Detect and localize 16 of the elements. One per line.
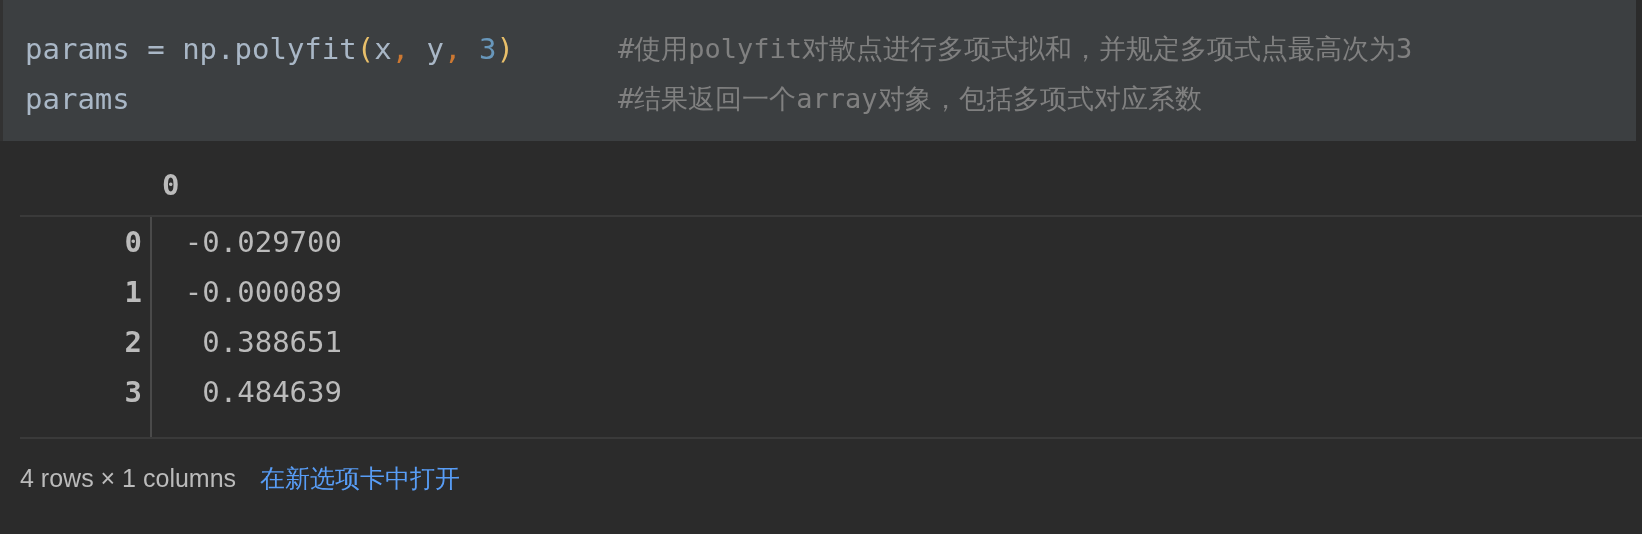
column-header: 0 [162, 168, 180, 202]
row-index: 1 [124, 275, 142, 309]
row-index: 3 [124, 375, 142, 409]
shape-label: 4 rows × 1 columns [20, 463, 237, 493]
table-cell: 0.484639 [202, 375, 342, 409]
table-cell: -0.029700 [184, 225, 342, 259]
code-line: params [25, 82, 131, 116]
code-cell[interactable]: params = np.polyfit(x, y, 3) #使用polyfit对散点进行多项式拟和，并规定多项式点最高次为3 params #结果返回一个array对象，包括多项式对应系数 [0, 0, 1636, 141]
code-line: params = np.polyfit(x, y, 3) [25, 32, 515, 66]
open-in-new-tab-link[interactable]: 在新选项卡中打开 [260, 461, 461, 495]
code-comment: #结果返回一个array对象，包括多项式对应系数 [618, 82, 1202, 116]
code-comment: #使用polyfit对散点进行多项式拟和，并规定多项式点最高次为3 [618, 32, 1413, 66]
row-index: 2 [124, 325, 142, 359]
table-cell: -0.000089 [184, 275, 342, 309]
row-index: 0 [124, 225, 142, 259]
table-cell: 0.388651 [202, 325, 342, 359]
